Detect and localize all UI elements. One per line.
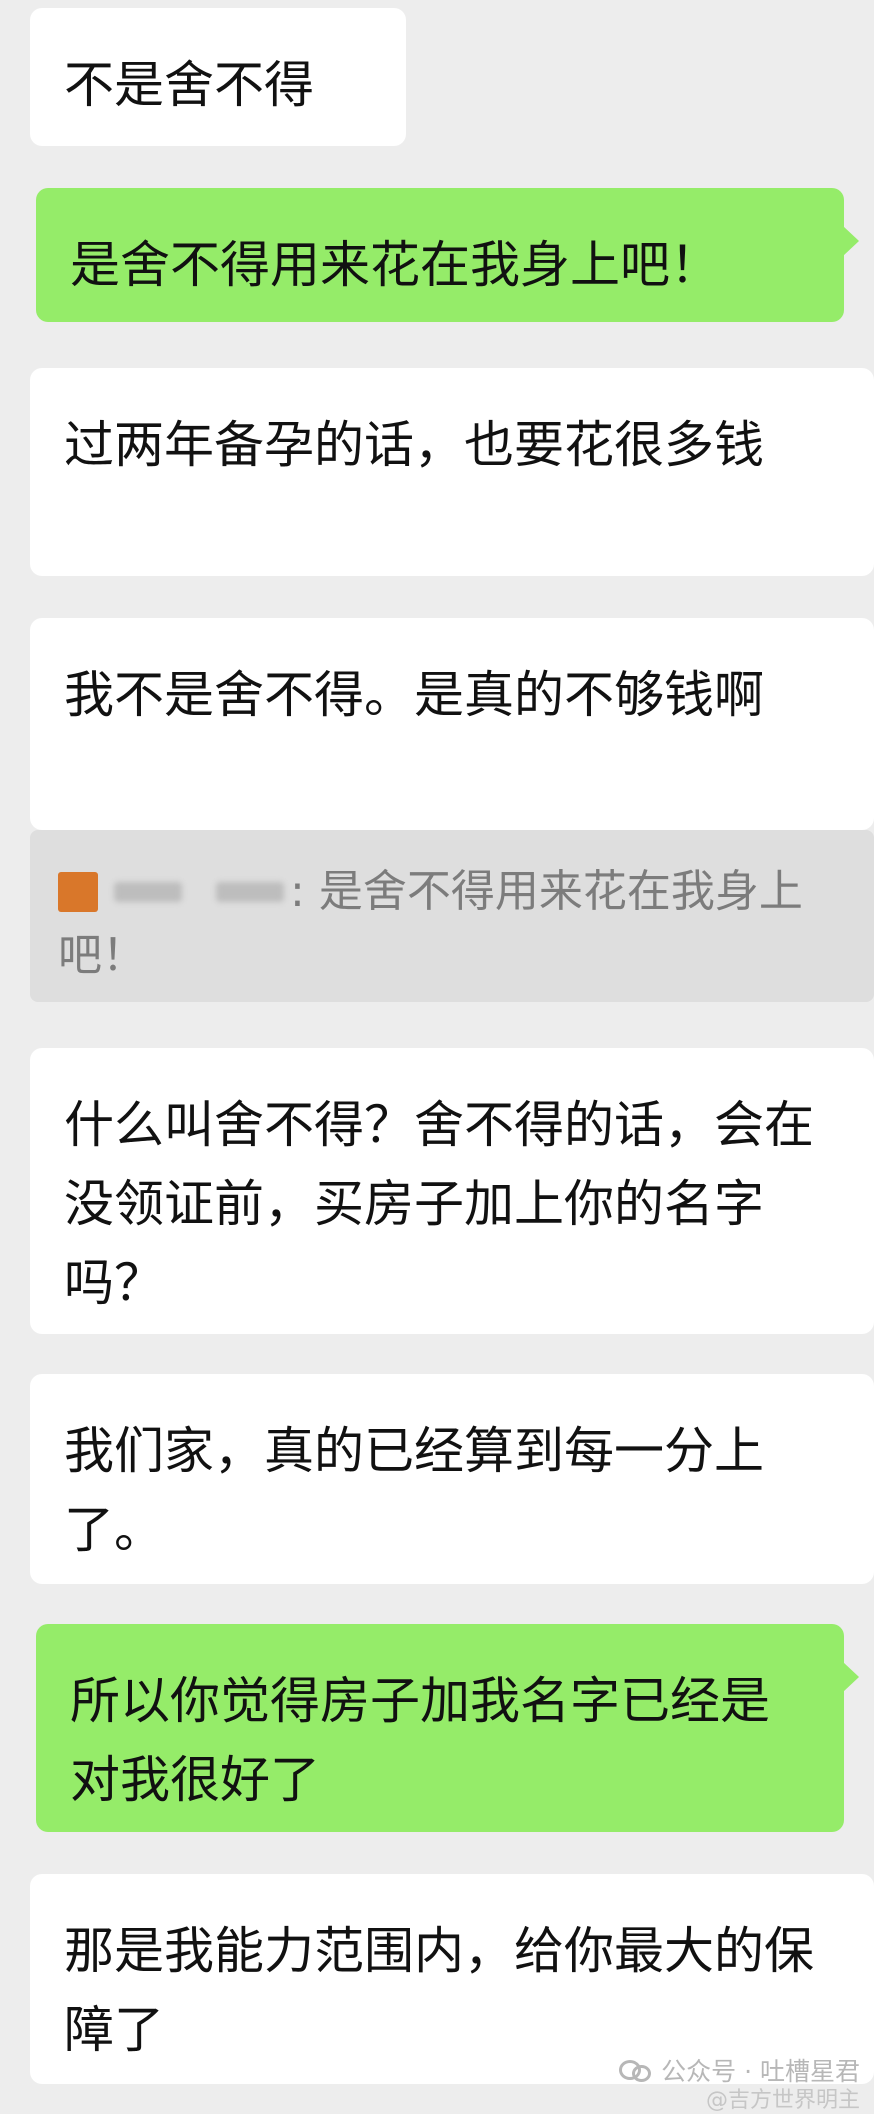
message-text: 不是舍不得 (64, 56, 314, 114)
watermark-source: @吉方世界明主 (705, 2088, 860, 2113)
quoted-message[interactable]: : 是舍不得用来花在我身上吧！ (30, 830, 874, 1002)
message-text: 我们家，真的已经算到每一分上了。 (64, 1422, 764, 1559)
message-text: 所以你觉得房子加我名字已经是对我很好了 (70, 1672, 770, 1809)
message-text: 那是我能力范围内，给你最大的保障了 (64, 1922, 814, 2059)
blurred-name (216, 882, 284, 902)
quote-separator: : (290, 866, 305, 917)
message-bubble-incoming[interactable]: 我不是舍不得。是真的不够钱啊 (30, 618, 874, 830)
message-bubble-outgoing[interactable]: 所以你觉得房子加我名字已经是对我很好了 (36, 1624, 859, 1832)
message-text: 过两年备孕的话，也要花很多钱 (64, 416, 764, 474)
message-text: 是舍不得用来花在我身上吧！ (70, 236, 720, 294)
watermark: 公众号 · 吐槽星君 @吉方世界明主 (619, 2052, 860, 2113)
message-bubble-incoming[interactable]: 我们家，真的已经算到每一分上了。 (30, 1374, 874, 1584)
blurred-name (114, 882, 182, 902)
message-text: 我不是舍不得。是真的不够钱啊 (64, 666, 764, 724)
message-bubble-incoming[interactable]: 不是舍不得 (30, 8, 406, 146)
quoted-avatar (58, 872, 98, 912)
message-bubble-incoming[interactable]: 过两年备孕的话，也要花很多钱 (30, 368, 874, 576)
wechat-icon (619, 2057, 653, 2083)
message-bubble-outgoing[interactable]: 是舍不得用来花在我身上吧！ (36, 188, 859, 322)
message-text: 什么叫舍不得？舍不得的话，会在没领证前，买房子加上你的名字吗？ (64, 1096, 814, 1312)
message-bubble-incoming[interactable]: 什么叫舍不得？舍不得的话，会在没领证前，买房子加上你的名字吗？ (30, 1048, 874, 1334)
